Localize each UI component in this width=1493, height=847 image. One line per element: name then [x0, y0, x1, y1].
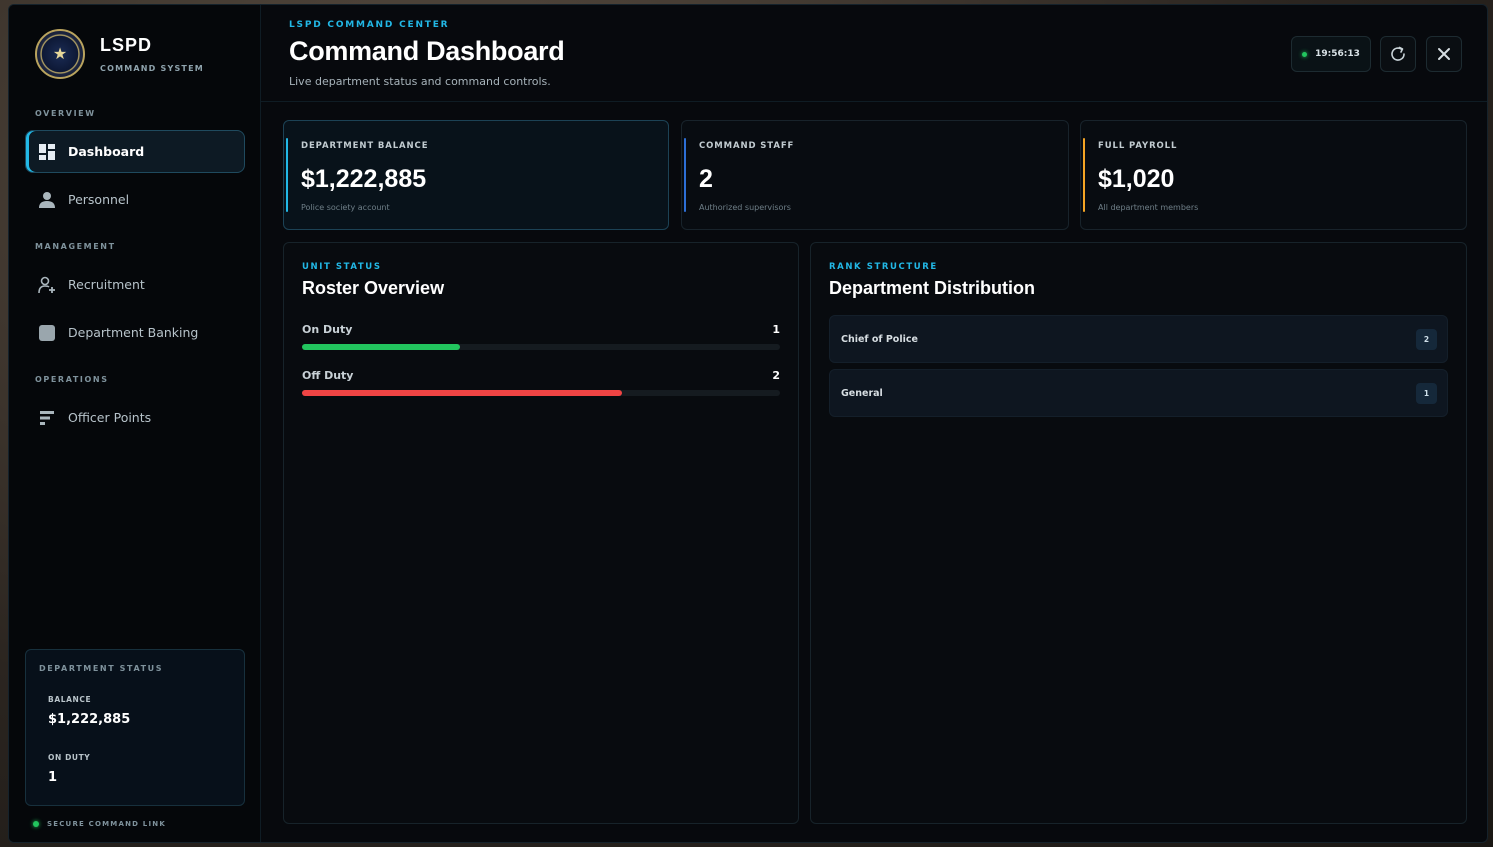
panel-title: Roster Overview [302, 278, 445, 298]
refresh-icon [1391, 46, 1405, 61]
stat-value: $1,222,885 [301, 165, 427, 193]
sidebar-item-recruitment[interactable]: Recruitment [25, 263, 245, 306]
stat-value: $1,020 [1098, 165, 1175, 193]
stat-label: COMMAND STAFF [699, 141, 795, 151]
page-title: Command Dashboard [289, 36, 565, 66]
stat-label: FULL PAYROLL [1098, 141, 1178, 151]
stat-accent-bar [684, 138, 686, 212]
secure-link-label: SECURE COMMAND LINK [47, 820, 166, 828]
progress-fill [302, 344, 460, 350]
sidebar: LSPD COMMAND SYSTEM OVERVIEW Dashboard P… [9, 5, 261, 842]
progress-track [302, 390, 780, 396]
page-subtitle: Live department status and command contr… [289, 75, 551, 88]
lspd-seal-logo [35, 29, 85, 79]
header-eyebrow: LSPD COMMAND CENTER [289, 20, 450, 30]
nav-section-management: MANAGEMENT [35, 242, 116, 251]
rank-row: General 1 [829, 369, 1448, 417]
clock-time: 19:56:13 [1315, 49, 1360, 59]
balance-value: $1,222,885 [48, 712, 131, 727]
close-icon [1438, 48, 1450, 60]
user-icon [38, 191, 56, 209]
sidebar-item-label: Department Banking [68, 325, 199, 340]
stat-value: 2 [699, 165, 713, 193]
roster-count: 2 [772, 369, 780, 382]
department-distribution-panel: RANK STRUCTURE Department Distribution C… [810, 242, 1467, 824]
bars-icon [38, 409, 56, 427]
rank-count-badge: 2 [1416, 329, 1437, 350]
roster-label: Off Duty [302, 369, 354, 382]
rank-name: Chief of Police [841, 334, 918, 345]
balance-label: BALANCE [48, 695, 92, 704]
sidebar-item-label: Recruitment [68, 277, 145, 292]
progress-fill [302, 390, 623, 396]
progress-track [302, 344, 780, 350]
panel-eyebrow: UNIT STATUS [302, 262, 382, 272]
secure-link-indicator: SECURE COMMAND LINK [33, 820, 166, 828]
main-content: LSPD COMMAND CENTER Command Dashboard Li… [261, 5, 1487, 842]
stat-note: Police society account [301, 203, 390, 212]
online-dot-icon [33, 821, 39, 827]
sidebar-item-department-banking[interactable]: Department Banking [25, 311, 245, 354]
stat-card-command-staff: COMMAND STAFF 2 Authorized supervisors [681, 120, 1069, 230]
nav-section-overview: OVERVIEW [35, 109, 96, 118]
brand-subtitle: COMMAND SYSTEM [100, 64, 204, 73]
stat-note: Authorized supervisors [699, 203, 791, 212]
bank-icon [38, 324, 56, 342]
add-user-icon [38, 276, 56, 294]
stat-label: DEPARTMENT BALANCE [301, 141, 429, 151]
panel-eyebrow: RANK STRUCTURE [829, 262, 938, 272]
on-duty-value: 1 [48, 770, 58, 785]
close-button[interactable] [1426, 36, 1462, 72]
panel-title: Department Distribution [829, 278, 1036, 298]
rank-row: Chief of Police 2 [829, 315, 1448, 363]
stat-card-full-payroll: FULL PAYROLL $1,020 All department membe… [1080, 120, 1467, 230]
nav-section-operations: OPERATIONS [35, 375, 109, 384]
sidebar-item-dashboard[interactable]: Dashboard [25, 130, 245, 173]
sidebar-item-officer-points[interactable]: Officer Points [25, 396, 245, 439]
online-dot-icon [1302, 51, 1308, 57]
brand-title: LSPD [100, 35, 153, 55]
sidebar-item-label: Officer Points [68, 410, 152, 425]
roster-label: On Duty [302, 323, 353, 336]
rank-count-badge: 1 [1416, 383, 1437, 404]
stat-accent-bar [286, 138, 288, 212]
department-status-card: DEPARTMENT STATUS BALANCE $1,222,885 ON … [25, 649, 245, 806]
command-window: LSPD COMMAND SYSTEM OVERVIEW Dashboard P… [8, 4, 1488, 843]
sidebar-item-label: Dashboard [68, 144, 145, 159]
on-duty-label: ON DUTY [48, 753, 91, 762]
stat-note: All department members [1098, 203, 1199, 212]
refresh-button[interactable] [1380, 36, 1416, 72]
stat-card-department-balance: DEPARTMENT BALANCE $1,222,885 Police soc… [283, 120, 669, 230]
page-header: LSPD COMMAND CENTER Command Dashboard Li… [261, 5, 1487, 102]
sidebar-item-personnel[interactable]: Personnel [25, 178, 245, 221]
stat-accent-bar [1083, 138, 1085, 212]
clock-badge: 19:56:13 [1291, 36, 1371, 72]
sidebar-item-label: Personnel [68, 192, 130, 207]
roster-overview-panel: UNIT STATUS Roster Overview On Duty 1 Of… [283, 242, 799, 824]
roster-count: 1 [772, 323, 780, 336]
rank-name: General [841, 388, 883, 399]
dashboard-icon [38, 143, 56, 161]
brand: LSPD COMMAND SYSTEM [35, 29, 204, 79]
status-card-title: DEPARTMENT STATUS [39, 664, 164, 673]
